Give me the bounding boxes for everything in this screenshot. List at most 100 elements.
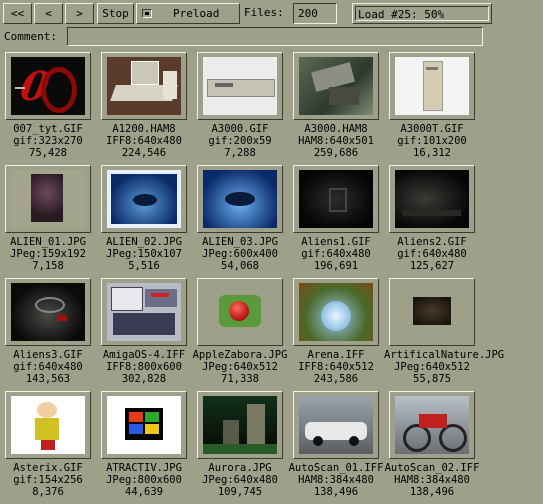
file-name: ALIEN_01.JPG bbox=[10, 236, 86, 248]
file-info: JPeg:600x400 bbox=[202, 248, 278, 260]
file-size: 143,563 bbox=[25, 373, 71, 385]
file-name: ATRACTIV.JPG bbox=[106, 462, 182, 474]
file-size: 55,875 bbox=[413, 373, 451, 385]
thumbnail-item[interactable]: Aliens2.GIF gif:640x480 125,627 bbox=[384, 163, 480, 278]
file-name: AutoScan_01.IFF bbox=[288, 462, 384, 474]
file-info: IFF8:640x512 bbox=[298, 361, 374, 373]
thumbnail-frame[interactable] bbox=[101, 391, 187, 459]
thumbnail-frame[interactable] bbox=[197, 391, 283, 459]
thumbnail-item[interactable]: Aliens3.GIF gif:640x480 143,563 bbox=[0, 276, 96, 391]
file-size: 16,312 bbox=[413, 147, 451, 159]
next-button[interactable]: > bbox=[65, 3, 94, 24]
first-button[interactable]: << bbox=[3, 3, 32, 24]
thumbnail-image bbox=[203, 283, 277, 341]
file-name: Aliens3.GIF bbox=[13, 349, 83, 361]
file-size: 75,428 bbox=[29, 147, 67, 159]
thumbnail-item[interactable]: ALIEN_02.JPG JPeg:150x107 5,516 bbox=[96, 163, 192, 278]
file-size: 138,496 bbox=[409, 486, 455, 498]
file-info: IFF8:640x480 bbox=[106, 135, 182, 147]
file-size: 196,691 bbox=[313, 260, 359, 272]
thumbnail-image bbox=[11, 170, 85, 228]
preload-toggle[interactable]: Preload bbox=[136, 3, 240, 24]
file-size: 302,828 bbox=[121, 373, 167, 385]
file-size: 224,546 bbox=[121, 147, 167, 159]
thumbnail-frame[interactable] bbox=[5, 391, 91, 459]
thumbnail-frame[interactable] bbox=[101, 278, 187, 346]
file-name: A3000.GIF bbox=[211, 123, 269, 135]
thumbnail-item[interactable]: ArtificalNature.JPG JPeg:640x512 55,875 bbox=[384, 276, 505, 391]
thumbnail-item[interactable]: A1200.HAM8 IFF8:640x480 224,546 bbox=[96, 50, 192, 165]
status-display: Load #25: 50% bbox=[352, 3, 492, 24]
file-name: ALIEN_02.JPG bbox=[106, 236, 182, 248]
thumbnail-item[interactable]: Asterix.GIF gif:154x256 8,376 bbox=[0, 389, 96, 504]
file-size: 138,496 bbox=[313, 486, 359, 498]
thumbnail-item[interactable]: A3000.GIF gif:200x59 7,288 bbox=[192, 50, 288, 165]
stop-button[interactable]: Stop bbox=[97, 3, 134, 24]
thumbnail-item[interactable]: A3000T.GIF gif:101x200 16,312 bbox=[384, 50, 480, 165]
files-count-field[interactable]: 200 bbox=[293, 3, 337, 24]
file-info: JPeg:159x192 bbox=[10, 248, 86, 260]
file-size: 7,158 bbox=[32, 260, 64, 272]
thumbnail-item[interactable]: Aurora.JPG JPeg:640x480 109,745 bbox=[192, 389, 288, 504]
preload-checkbox[interactable] bbox=[142, 9, 152, 18]
thumbnail-frame[interactable]: 0 bbox=[5, 52, 91, 120]
check-mark-icon bbox=[145, 12, 149, 15]
file-name: Aliens2.GIF bbox=[397, 236, 467, 248]
file-info: gif:640x480 bbox=[397, 248, 467, 260]
file-name: A3000T.GIF bbox=[400, 123, 464, 135]
thumbnail-frame[interactable] bbox=[5, 278, 91, 346]
status-text-box: Load #25: 50% bbox=[355, 6, 489, 21]
file-name: ALIEN_03.JPG bbox=[202, 236, 278, 248]
thumbnail-item[interactable]: A3000.HAM8 HAM8:640x501 259,686 bbox=[288, 50, 384, 165]
file-size: 243,586 bbox=[313, 373, 359, 385]
thumbnail-frame[interactable] bbox=[197, 165, 283, 233]
thumbnail-item[interactable]: AppleZabora.JPG JPeg:640x512 71,338 bbox=[192, 276, 288, 391]
file-name: AppleZabora.JPG bbox=[192, 349, 288, 361]
thumbnail-item[interactable]: 0 007_tyt.GIF gif:323x270 75,428 bbox=[0, 50, 96, 165]
file-name: ArtificalNature.JPG bbox=[384, 349, 505, 361]
thumbnail-frame[interactable] bbox=[101, 165, 187, 233]
thumbnail-frame[interactable] bbox=[389, 278, 475, 346]
thumbnail-image bbox=[203, 170, 277, 228]
thumbnail-image bbox=[203, 396, 277, 454]
thumbnail-frame[interactable] bbox=[101, 52, 187, 120]
files-label: Files: bbox=[244, 6, 284, 19]
thumbnail-image bbox=[107, 283, 181, 341]
thumbnail-item[interactable]: Aliens1.GIF gif:640x480 196,691 bbox=[288, 163, 384, 278]
thumbnail-image: 0 bbox=[11, 57, 85, 115]
previous-button[interactable]: < bbox=[34, 3, 63, 24]
thumbnail-image bbox=[395, 170, 469, 228]
thumbnail-frame[interactable] bbox=[389, 52, 475, 120]
thumbnail-item[interactable]: AutoScan_01.IFF HAM8:384x480 138,496 bbox=[288, 389, 384, 504]
thumbnail-item[interactable]: ALIEN_01.JPG JPeg:159x192 7,158 bbox=[0, 163, 96, 278]
file-size: 44,639 bbox=[125, 486, 163, 498]
thumbnail-frame[interactable] bbox=[293, 278, 379, 346]
comment-field[interactable] bbox=[67, 27, 483, 46]
thumbnail-frame[interactable] bbox=[293, 391, 379, 459]
thumbnail-frame[interactable] bbox=[389, 165, 475, 233]
thumbnail-item[interactable]: AutoScan_02.IFF HAM8:384x480 138,496 bbox=[384, 389, 480, 504]
file-info: JPeg:640x480 bbox=[202, 474, 278, 486]
thumbnail-item[interactable]: ALIEN_03.JPG JPeg:600x400 54,068 bbox=[192, 163, 288, 278]
thumbnail-image bbox=[395, 396, 469, 454]
file-info: HAM8:640x501 bbox=[298, 135, 374, 147]
thumbnail-item[interactable]: Arena.IFF IFF8:640x512 243,586 bbox=[288, 276, 384, 391]
file-info: JPeg:640x512 bbox=[202, 361, 278, 373]
thumbnail-frame[interactable] bbox=[293, 165, 379, 233]
thumbnail-image bbox=[11, 283, 85, 341]
thumbnail-image bbox=[107, 396, 181, 454]
comment-row: Comment: bbox=[3, 27, 540, 47]
thumbnail-frame[interactable] bbox=[5, 165, 91, 233]
file-info: JPeg:800x600 bbox=[106, 474, 182, 486]
thumbnail-image bbox=[107, 57, 181, 115]
thumbnail-frame[interactable] bbox=[389, 391, 475, 459]
thumbnail-image bbox=[11, 396, 85, 454]
thumbnail-image bbox=[299, 396, 373, 454]
thumbnail-item[interactable]: ATRACTIV.JPG JPeg:800x600 44,639 bbox=[96, 389, 192, 504]
thumbnail-frame[interactable] bbox=[293, 52, 379, 120]
thumbnail-frame[interactable] bbox=[197, 52, 283, 120]
thumbnail-item[interactable]: AmigaOS-4.IFF IFF8:800x600 302,828 bbox=[96, 276, 192, 391]
thumbnail-image bbox=[299, 57, 373, 115]
thumbnail-frame[interactable] bbox=[197, 278, 283, 346]
thumbnail-image bbox=[299, 170, 373, 228]
